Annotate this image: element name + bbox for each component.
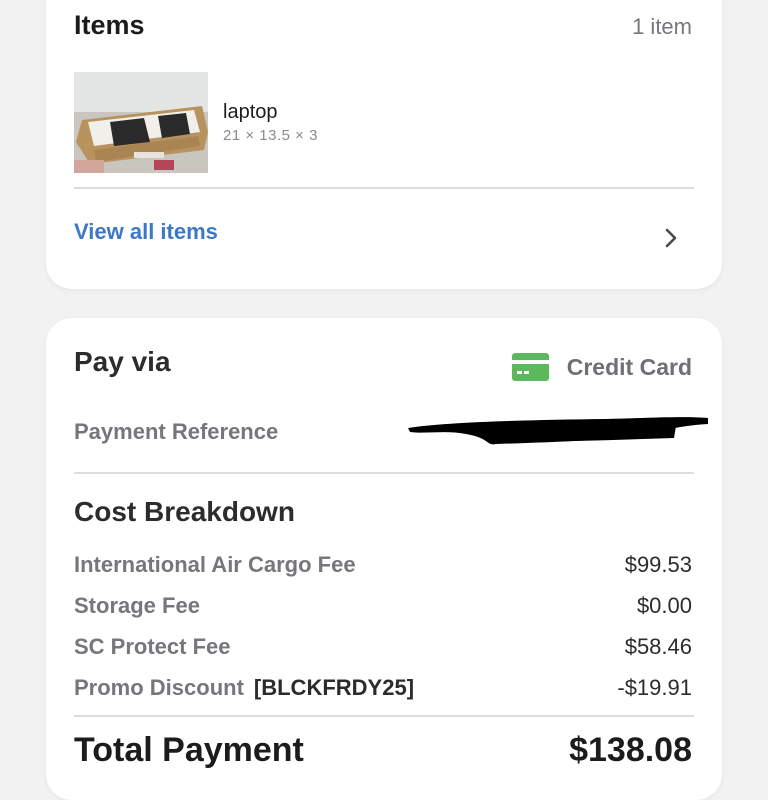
credit-card-icon	[512, 353, 549, 381]
items-divider	[74, 187, 694, 189]
payment-divider	[74, 472, 694, 474]
cost-row-value: $58.46	[624, 634, 692, 659]
payment-card: Pay via Credit Card Payment Reference Co…	[46, 318, 722, 800]
items-count: 1 item	[632, 14, 692, 39]
promo-discount-label: Promo Discount	[74, 675, 244, 700]
item-name: laptop	[223, 101, 278, 123]
chevron-right-icon[interactable]	[664, 227, 678, 249]
cost-row-value: $0.00	[636, 593, 692, 618]
item-dimensions: 21 × 13.5 × 3	[223, 127, 318, 144]
cost-row-label: Storage Fee	[74, 593, 200, 618]
payment-reference-label: Payment Reference	[74, 419, 279, 444]
promo-discount-row: Promo Discount [BLCKFRDY25]	[74, 675, 414, 701]
total-payment-label: Total Payment	[74, 731, 304, 769]
item-thumbnail[interactable]	[74, 72, 208, 173]
payment-method-label: Credit Card	[566, 354, 692, 380]
total-payment-value: $138.08	[569, 731, 692, 769]
cost-row-label: SC Protect Fee	[74, 634, 231, 659]
total-divider	[74, 715, 694, 717]
cost-row-label: International Air Cargo Fee	[74, 552, 356, 577]
cost-breakdown-title: Cost Breakdown	[74, 496, 295, 527]
promo-code: [BLCKFRDY25]	[253, 675, 415, 700]
items-card: Items 1 item laptop 21 × 13.5 × 3 View a…	[46, 0, 722, 289]
cost-row-value: $99.53	[624, 552, 692, 577]
items-title: Items	[74, 10, 145, 40]
view-all-items-link[interactable]: View all items	[74, 219, 218, 245]
redaction-mark	[406, 410, 710, 454]
pay-via-title: Pay via	[74, 346, 171, 377]
promo-discount-value: -$19.91	[617, 675, 692, 700]
